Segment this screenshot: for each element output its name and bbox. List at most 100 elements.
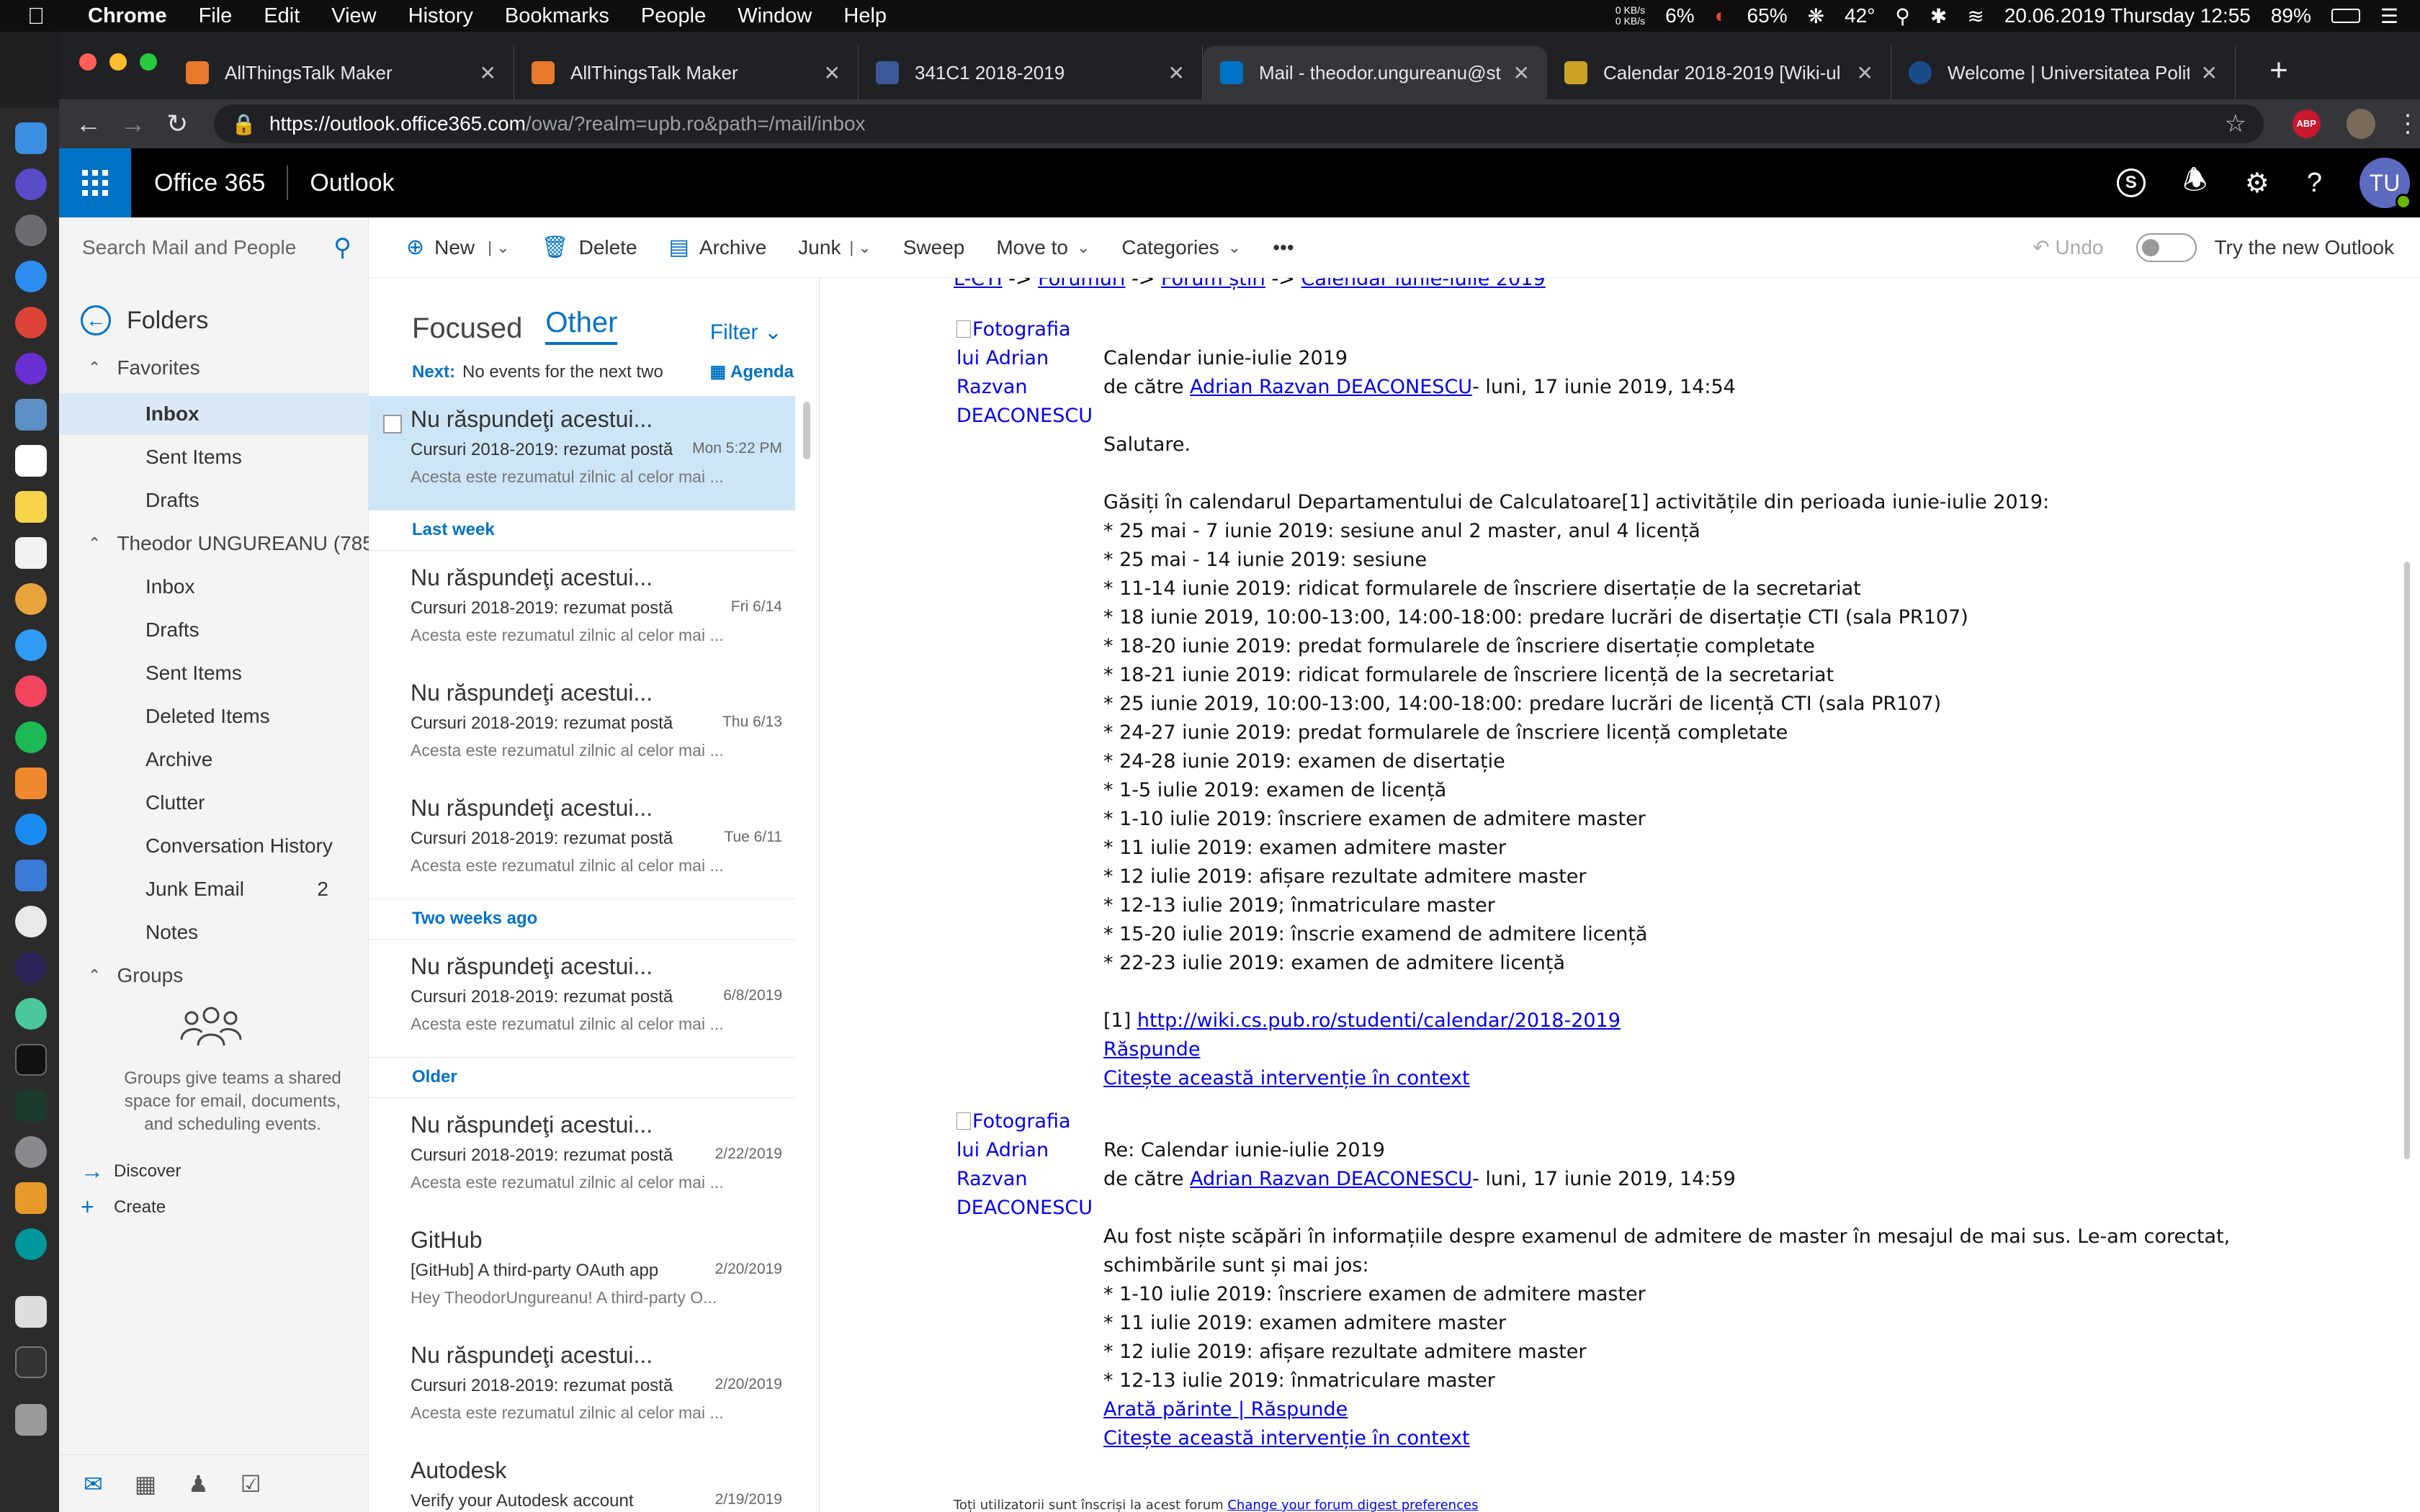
- folder-favorite-inbox[interactable]: Inbox: [59, 393, 369, 435]
- tab-close-icon[interactable]: ✕: [1513, 61, 1530, 85]
- terminal-icon[interactable]: [15, 1044, 47, 1076]
- folder-clutter[interactable]: Clutter: [59, 782, 369, 824]
- menu-people[interactable]: People: [625, 4, 722, 28]
- tab-other[interactable]: Other: [545, 307, 618, 345]
- skype-icon[interactable]: S: [2116, 168, 2146, 197]
- folder-inbox[interactable]: Inbox: [59, 566, 369, 608]
- battery-percent[interactable]: 89%: [2271, 4, 2311, 27]
- launchpad-icon[interactable]: [15, 215, 47, 246]
- settings-gear-icon[interactable]: ⚙: [2245, 167, 2269, 199]
- folder-junk-email[interactable]: Junk Email 2: [59, 868, 369, 910]
- eagle-icon[interactable]: [15, 1182, 47, 1214]
- cpu-usage[interactable]: 6%: [1665, 4, 1694, 27]
- search-input[interactable]: Search Mail and People: [82, 236, 296, 259]
- groups-section[interactable]: ⌃ Groups: [59, 955, 369, 996]
- folders-header[interactable]: ← Folders: [81, 305, 208, 336]
- collapse-folders-icon[interactable]: ←: [81, 305, 111, 336]
- battery-percent-secondary[interactable]: 65%: [1747, 4, 1788, 27]
- calendar-icon[interactable]: ▦: [135, 1470, 156, 1498]
- list-item[interactable]: Nu răspundeţi acestui... Cursuri 2018-20…: [369, 1102, 795, 1215]
- network-monitor[interactable]: 0 KB/s 0 KB/s: [1615, 5, 1645, 27]
- downloads-icon[interactable]: [15, 1346, 47, 1378]
- list-item[interactable]: Nu răspundeţi acestui... Cursuri 2018-20…: [369, 554, 795, 668]
- breadcrumb-link[interactable]: L-CTI: [954, 278, 1003, 290]
- list-scrollbar[interactable]: [803, 402, 810, 459]
- read-in-context-link[interactable]: Citește această intervenție în context: [1103, 1427, 1470, 1449]
- select-checkbox[interactable]: [383, 415, 402, 433]
- reload-button[interactable]: ↻: [155, 109, 200, 139]
- folder-drafts[interactable]: Drafts: [59, 609, 369, 651]
- categories-button[interactable]: Categories ⌄: [1121, 236, 1241, 259]
- chrome-icon[interactable]: [15, 307, 47, 338]
- sweep-button[interactable]: Sweep: [903, 236, 965, 259]
- temperature[interactable]: 42°: [1845, 4, 1875, 27]
- calendar-icon[interactable]: [15, 445, 47, 477]
- new-tab-button[interactable]: +: [2256, 48, 2302, 94]
- eclipse-icon[interactable]: [15, 952, 47, 984]
- filter-button[interactable]: Filter ⌄: [710, 320, 801, 345]
- xcode-icon[interactable]: [15, 860, 47, 891]
- search-box[interactable]: Search Mail and People ⚲: [59, 217, 369, 278]
- author-photo[interactable]: Fotografia lui Adrian Razvan DEACONESCU: [956, 315, 1098, 431]
- clock[interactable]: 20.06.2019 Thursday 12:55: [2004, 4, 2251, 27]
- messages-icon[interactable]: [15, 629, 47, 661]
- list-item[interactable]: Nu răspundeţi acestui... Cursuri 2018-20…: [369, 785, 795, 899]
- close-window-button[interactable]: [79, 53, 97, 71]
- menu-edit[interactable]: Edit: [248, 4, 315, 28]
- agenda-button[interactable]: ▦ Agenda: [710, 361, 794, 382]
- user-avatar[interactable]: TU: [2360, 158, 2411, 210]
- archive-button[interactable]: ▤ Archive: [669, 235, 767, 260]
- folder-favorite-sent-items[interactable]: Sent Items: [59, 436, 369, 478]
- list-item[interactable]: Autodesk Verify your Autodesk account 2/1…: [369, 1447, 795, 1512]
- back-button[interactable]: ←: [66, 109, 111, 139]
- atom-icon[interactable]: [15, 998, 47, 1030]
- menu-list-icon[interactable]: ☰: [2380, 4, 2398, 28]
- browser-tab[interactable]: Calendar 2018-2019 [Wiki-ul D ✕: [1547, 46, 1891, 99]
- search-icon[interactable]: ⚲: [333, 233, 351, 262]
- author-link[interactable]: Adrian Razvan DEACONESCU: [1190, 1168, 1472, 1190]
- menu-history[interactable]: History: [393, 4, 489, 28]
- reply-link[interactable]: Răspunde: [1251, 1398, 1348, 1421]
- siri-icon[interactable]: [15, 168, 47, 200]
- tab-focused[interactable]: Focused: [412, 312, 522, 345]
- folder-favorite-drafts[interactable]: Drafts: [59, 480, 369, 521]
- people-icon[interactable]: ♟: [188, 1470, 209, 1498]
- battery-icon[interactable]: [2331, 9, 2360, 23]
- breadcrumb-link[interactable]: Forumuri: [1038, 278, 1125, 290]
- activity-monitor-icon[interactable]: [15, 1090, 47, 1122]
- document-thumbnail-icon[interactable]: [15, 1296, 47, 1328]
- breadcrumb-link[interactable]: Forum știri: [1161, 278, 1265, 290]
- tab-close-icon[interactable]: ✕: [1168, 61, 1185, 85]
- slack-icon[interactable]: [15, 906, 47, 937]
- create-group-link[interactable]: + Create: [81, 1194, 166, 1220]
- menu-app-name[interactable]: Chrome: [72, 4, 183, 28]
- list-item[interactable]: Nu răspundeţi acestui... Cursuri 2018-20…: [369, 396, 795, 510]
- tasks-icon[interactable]: ☑: [241, 1470, 261, 1498]
- list-item[interactable]: GitHub [GitHub] A third-party OAuth app 2…: [369, 1217, 795, 1331]
- spotify-icon[interactable]: [15, 721, 47, 753]
- music-icon[interactable]: [15, 675, 47, 707]
- forward-button[interactable]: →: [111, 109, 156, 139]
- firefox-icon[interactable]: [15, 353, 47, 384]
- more-commands-button[interactable]: •••: [1273, 236, 1294, 259]
- favorites-section[interactable]: ⌃ Favorites: [59, 347, 369, 389]
- menu-bookmarks[interactable]: Bookmarks: [489, 4, 625, 28]
- account-section[interactable]: ⌃ Theodor UNGUREANU (7857: [59, 523, 385, 564]
- digest-preferences-link[interactable]: Change your forum digest preferences: [1227, 1498, 1478, 1512]
- browser-tab[interactable]: AllThingsTalk Maker ✕: [169, 46, 514, 99]
- bookmark-star-icon[interactable]: ☆: [2224, 109, 2246, 138]
- notes-icon[interactable]: [15, 491, 47, 523]
- wiki-calendar-link[interactable]: http://wiki.cs.pub.ro/studenti/calendar/…: [1137, 1009, 1621, 1032]
- finder-icon[interactable]: [15, 122, 47, 154]
- wifi-icon[interactable]: ≋: [1967, 4, 1984, 28]
- reading-scrollbar[interactable]: [2404, 562, 2410, 1159]
- trash-icon[interactable]: [15, 1404, 47, 1436]
- minimize-window-button[interactable]: [109, 53, 127, 71]
- help-icon[interactable]: ?: [2307, 168, 2322, 199]
- breadcrumb-link[interactable]: Calendar iunie-iulie 2019: [1301, 278, 1546, 290]
- preview-icon[interactable]: [15, 399, 47, 431]
- folder-sent-items[interactable]: Sent Items: [59, 652, 369, 694]
- menu-view[interactable]: View: [315, 4, 392, 28]
- adblock-plus-icon[interactable]: ABP: [2292, 109, 2321, 138]
- notifications-bell-icon[interactable]: 🕭: [2183, 160, 2208, 207]
